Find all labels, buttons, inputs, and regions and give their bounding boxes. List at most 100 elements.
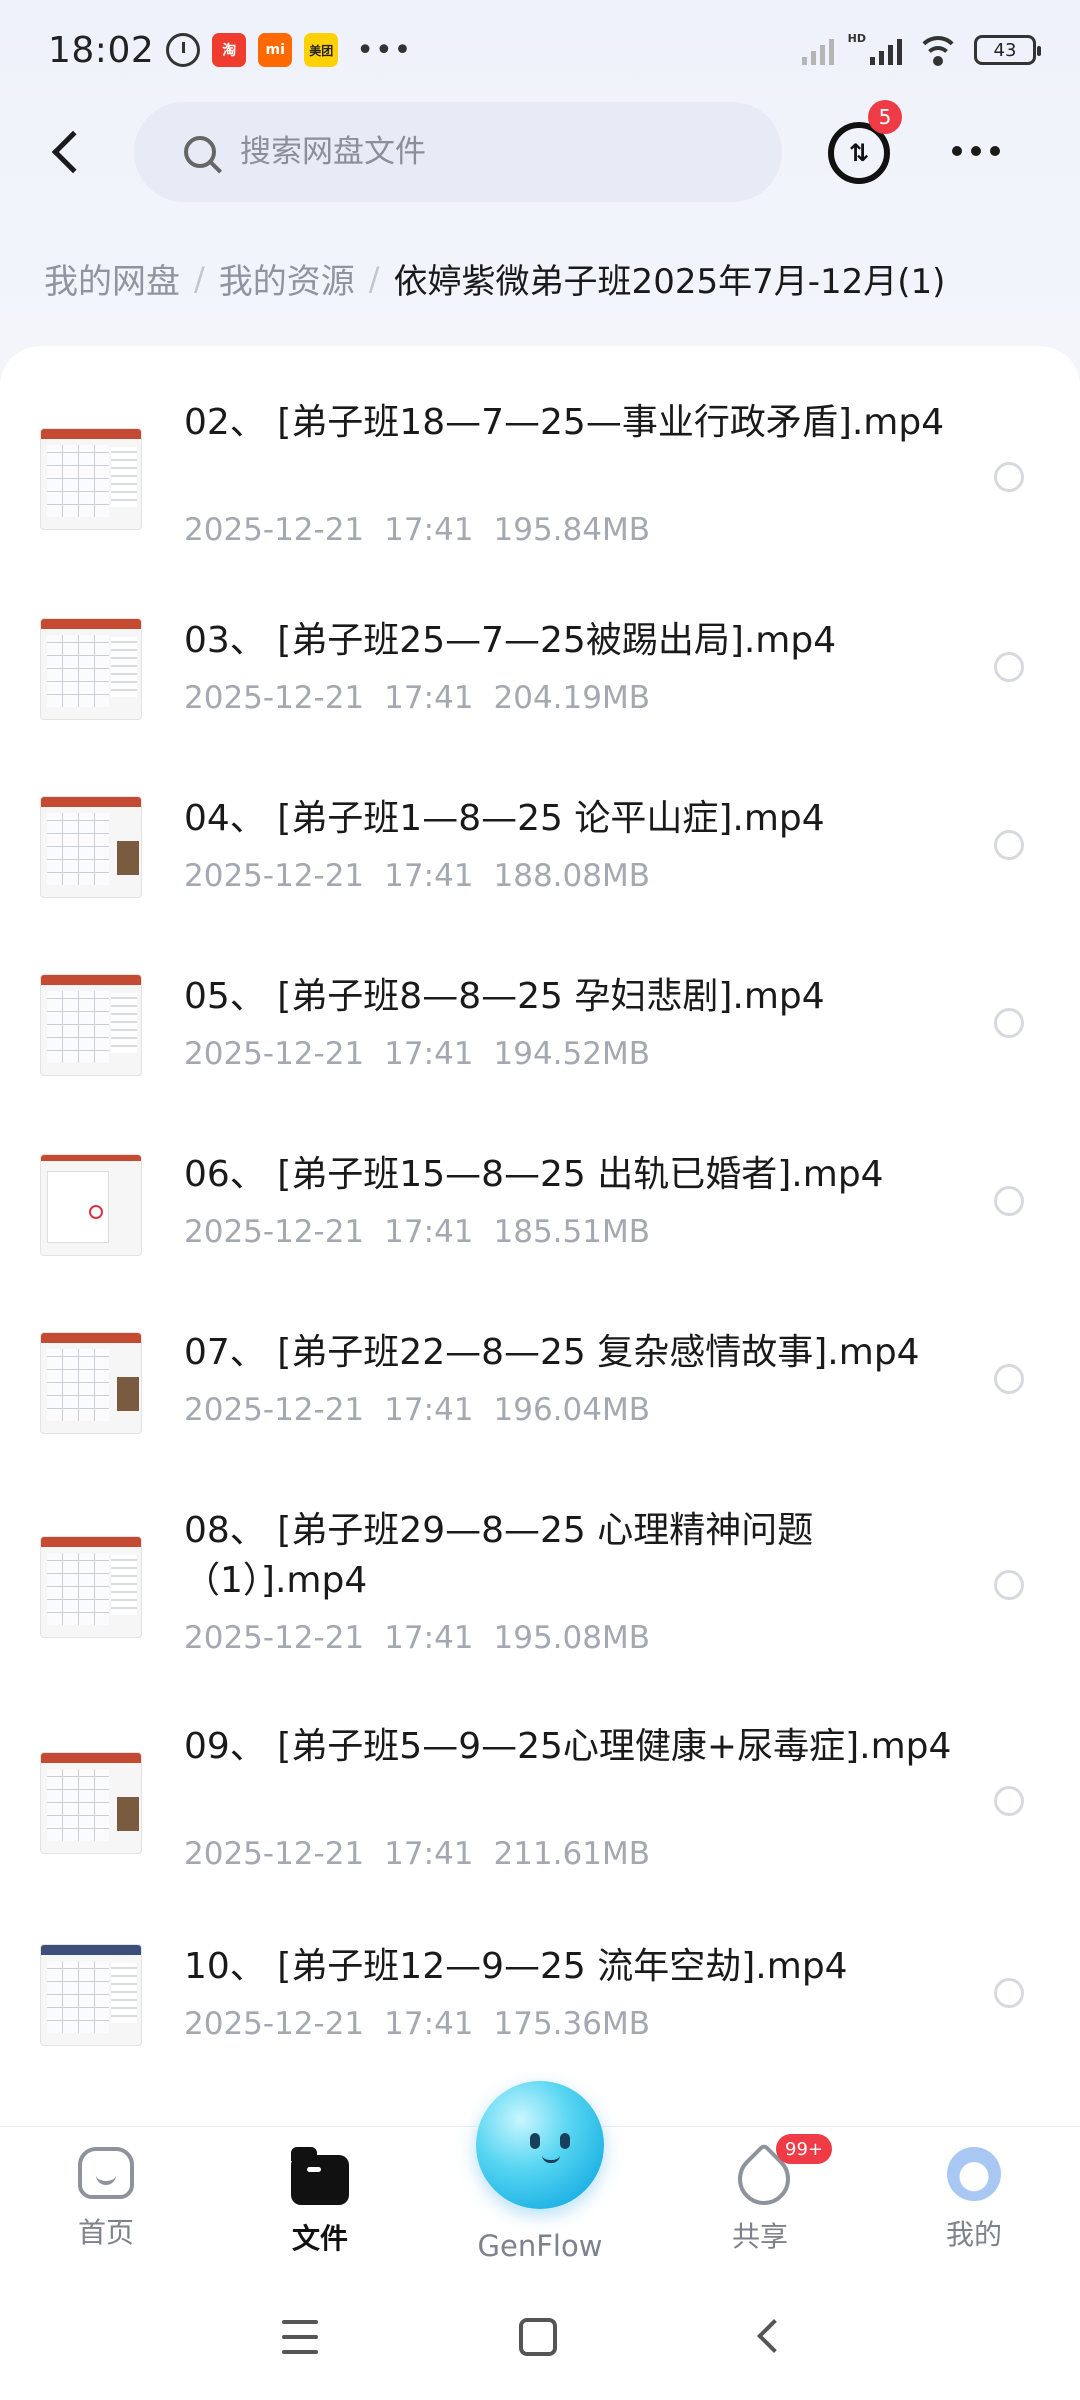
file-size: 185.51MB <box>493 1214 650 1250</box>
orb-mouth-icon <box>542 2155 560 2163</box>
video-thumbnail <box>40 1154 142 1256</box>
search-bar[interactable] <box>134 102 782 202</box>
home-icon <box>78 2147 134 2199</box>
select-checkbox[interactable] <box>994 652 1024 682</box>
file-name: 02、 [弟子班18—7—25—事业行政矛盾].mp4 <box>184 402 945 443</box>
share-badge: 99+ <box>776 2134 832 2164</box>
file-date: 2025-12-21 <box>184 512 365 548</box>
file-time: 17:41 <box>384 858 474 894</box>
video-thumbnail <box>40 618 142 720</box>
transfer-badge: 5 <box>868 100 902 134</box>
file-list: 02、 [弟子班18—7—25—事业行政矛盾].mp4 2025-12-21 17… <box>0 346 1080 2126</box>
system-back-button[interactable] <box>757 2319 791 2353</box>
file-name: 06、 [弟子班15—8—25 出轨已婚者].mp4 <box>184 1154 884 1195</box>
file-name: 08、 [弟子班29—8—25 心理精神问题（1）].mp4 <box>184 1510 814 1601</box>
file-meta: 2025-12-21 17:41 175.36MB <box>184 2006 670 2042</box>
genflow-button[interactable] <box>476 2081 604 2209</box>
nav-files[interactable]: 文件 <box>240 2147 400 2257</box>
home-button[interactable] <box>519 2318 557 2356</box>
system-nav-bar <box>0 2276 1080 2400</box>
search-input[interactable] <box>240 134 690 170</box>
breadcrumb-current-folder: 依婷紫微弟子班2025年7月-12月(1) <box>393 262 946 302</box>
file-time: 17:41 <box>384 1836 474 1872</box>
file-date: 2025-12-21 <box>184 2006 365 2042</box>
file-meta: 2025-12-21 17:41 204.19MB <box>184 680 670 716</box>
video-thumbnail <box>40 1752 142 1854</box>
file-date: 2025-12-21 <box>184 1836 365 1872</box>
select-checkbox[interactable] <box>994 1008 1024 1038</box>
file-time: 17:41 <box>384 1392 474 1428</box>
nav-share-label: 共享 <box>731 2220 788 2253</box>
back-button[interactable] <box>36 122 96 182</box>
file-name: 04、 [弟子班1—8—25 论平山症].mp4 <box>184 798 825 839</box>
video-thumbnail <box>40 1332 142 1434</box>
file-date: 2025-12-21 <box>184 1214 365 1250</box>
file-name: 03、 [弟子班25—7—25被踢出局].mp4 <box>184 620 837 661</box>
file-date: 2025-12-21 <box>184 858 365 894</box>
breadcrumb-my-resources[interactable]: 我的资源 <box>219 254 355 303</box>
file-name: 09、 [弟子班5—9—25心理健康+尿毒症].mp4 <box>184 1726 952 1767</box>
taobao-icon: 淘 <box>212 33 247 67</box>
file-size: 195.08MB <box>493 1620 650 1656</box>
file-meta: 2025-12-21 17:41 194.52MB <box>184 1036 670 1072</box>
file-meta: 2025-12-21 17:41 185.51MB <box>184 1214 670 1250</box>
status-time: 18:02 <box>48 29 155 71</box>
file-meta: 2025-12-21 17:41 195.08MB <box>184 1620 670 1656</box>
file-time: 17:41 <box>384 680 474 716</box>
dot-icon <box>971 146 981 156</box>
breadcrumb-my-drive[interactable]: 我的网盘 <box>44 254 180 303</box>
select-checkbox[interactable] <box>994 1364 1024 1394</box>
file-time: 17:41 <box>384 512 474 548</box>
select-checkbox[interactable] <box>994 1978 1024 2008</box>
file-name: 07、 [弟子班22—8—25 复杂感情故事].mp4 <box>184 1332 920 1373</box>
video-thumbnail <box>40 428 142 530</box>
meituan-icon: 美团 <box>304 33 339 67</box>
bottom-nav: 首页 文件 GenFlow 共享 我的 <box>0 2081 1080 2276</box>
file-size: 194.52MB <box>493 1036 650 1072</box>
file-time: 17:41 <box>384 1036 474 1072</box>
more-options-button[interactable] <box>952 146 1000 156</box>
status-bar: 18:02 淘 mi 美团 ••• HD 43 <box>0 0 1080 100</box>
file-size: 195.84MB <box>493 512 650 548</box>
select-checkbox[interactable] <box>994 462 1024 492</box>
file-meta: 2025-12-21 17:41 195.84MB <box>184 512 670 548</box>
hd-label: HD <box>847 31 866 45</box>
select-checkbox[interactable] <box>994 1786 1024 1816</box>
search-icon <box>184 136 216 168</box>
breadcrumb-separator: / <box>368 259 380 298</box>
file-size: 204.19MB <box>493 680 650 716</box>
video-thumbnail <box>40 974 142 1076</box>
nav-me[interactable]: 我的 <box>894 2147 1054 2253</box>
file-date: 2025-12-21 <box>184 1392 365 1428</box>
video-thumbnail <box>40 1944 142 2046</box>
dot-icon <box>990 146 1000 156</box>
video-thumbnail <box>40 1536 142 1638</box>
breadcrumb-separator: / <box>194 259 205 298</box>
breadcrumb: 我的网盘 / 我的资源 / 依婷紫微弟子班2025年7月-12月(1) <box>44 254 945 303</box>
file-meta: 2025-12-21 17:41 211.61MB <box>184 1836 670 1872</box>
avatar-icon <box>947 2147 1001 2201</box>
back-arrow-icon <box>51 130 95 174</box>
mi-icon: mi <box>258 33 293 67</box>
file-name: 10、 [弟子班12—9—25 流年空劫].mp4 <box>184 1946 848 1987</box>
file-meta: 2025-12-21 17:41 188.08MB <box>184 858 670 894</box>
file-time: 17:41 <box>384 1214 474 1250</box>
battery-icon: 43 <box>974 35 1041 65</box>
select-checkbox[interactable] <box>994 830 1024 860</box>
battery-level: 43 <box>993 39 1017 61</box>
alarm-icon <box>166 33 201 67</box>
wifi-icon <box>916 34 960 66</box>
select-checkbox[interactable] <box>994 1570 1024 1600</box>
nav-files-label: 文件 <box>291 2222 348 2255</box>
orb-eye-icon <box>530 2133 540 2149</box>
nav-home[interactable]: 首页 <box>26 2147 186 2251</box>
orb-eye-icon <box>560 2133 570 2149</box>
nav-genflow-label: GenFlow <box>477 2229 603 2263</box>
nav-home-label: 首页 <box>77 2216 134 2249</box>
file-name: 05、 [弟子班8—8—25 孕妇悲剧].mp4 <box>184 976 825 1017</box>
signal-2-icon <box>870 35 902 65</box>
select-checkbox[interactable] <box>994 1186 1024 1216</box>
recent-apps-button[interactable] <box>282 2320 318 2354</box>
file-size: 196.04MB <box>493 1392 650 1428</box>
header: ⇅ 5 <box>0 100 1080 206</box>
